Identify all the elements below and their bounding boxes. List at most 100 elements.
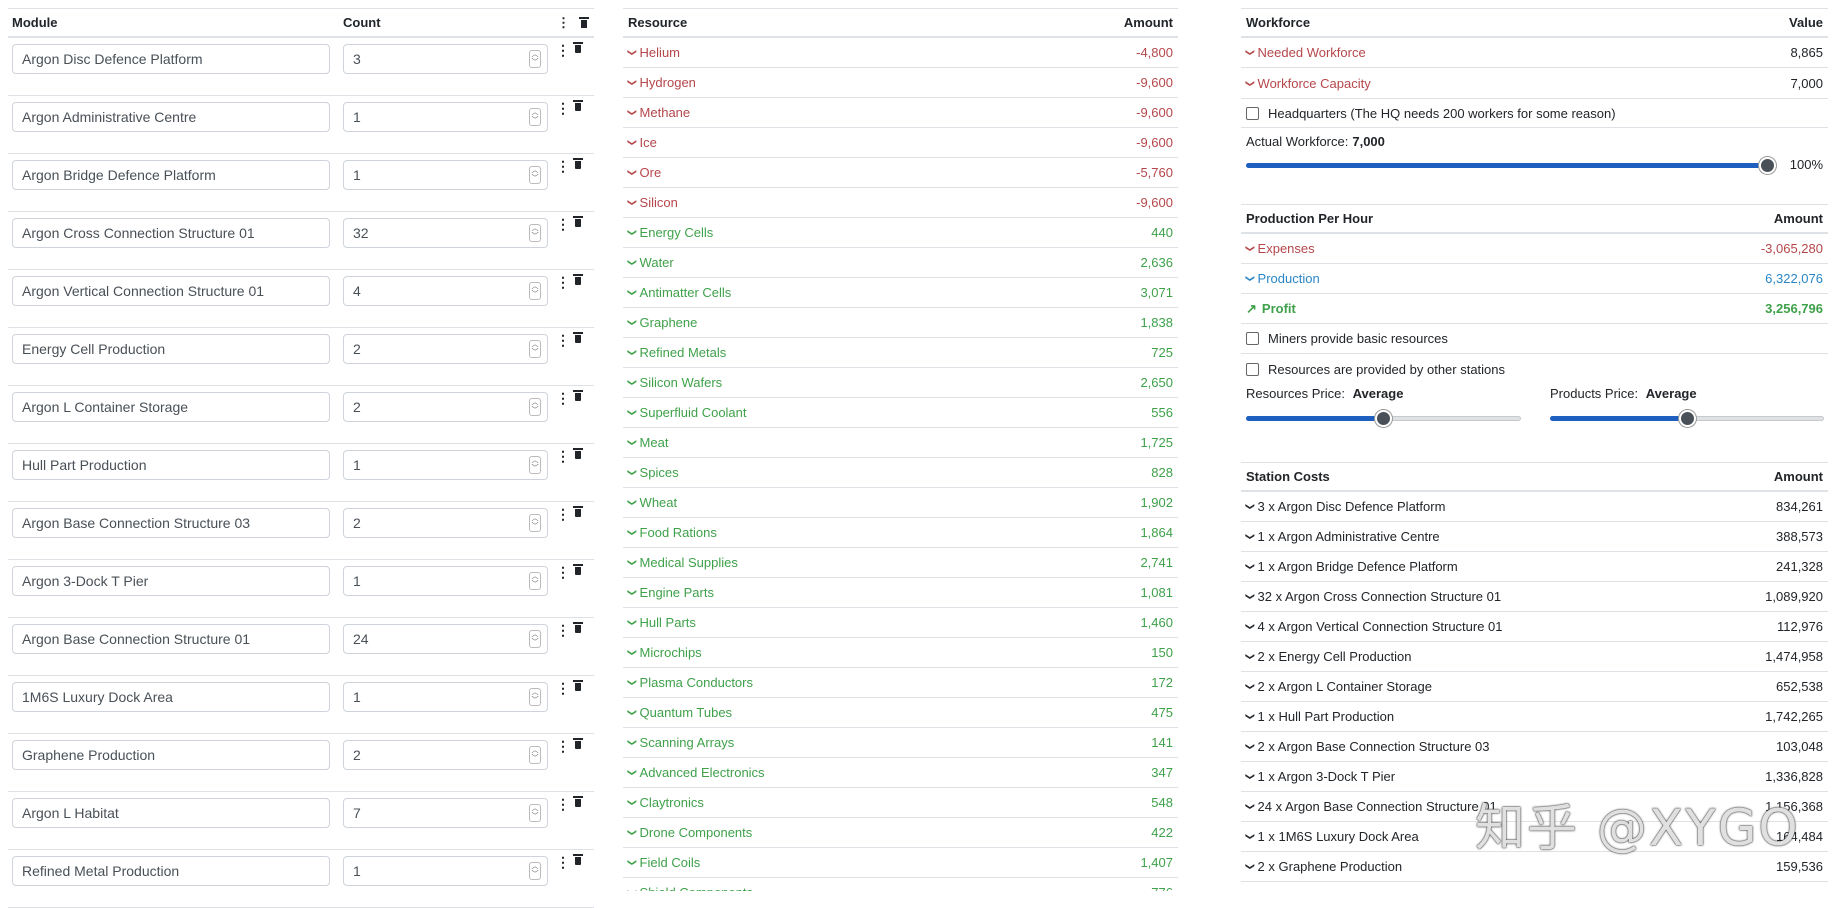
station-cost-row[interactable]: ❯ 2 x Argon L Container Storage 652,538 [1241,672,1828,702]
module-count-input[interactable]: 2 ︿ ﹀ [343,392,548,422]
spinner-icon[interactable]: ︿ ﹀ [529,862,541,880]
module-name-input[interactable]: Argon Base Connection Structure 01 [12,624,330,654]
more-options-icon[interactable]: ⋮ [556,448,570,465]
more-options-icon[interactable]: ⋮ [556,42,570,59]
products-price-slider[interactable] [1550,407,1824,429]
resource-row[interactable]: ❯ Quantum Tubes 475 [623,698,1178,728]
more-options-icon[interactable]: ⋮ [556,854,570,871]
resource-row[interactable]: ❯ Microchips 150 [623,638,1178,668]
module-name-input[interactable]: Graphene Production [12,740,330,770]
spinner-icon[interactable]: ︿ ﹀ [529,572,541,590]
resource-row[interactable]: ❯ Advanced Electronics 347 [623,758,1178,788]
resource-row[interactable]: ❯ Hydrogen -9,600 [623,68,1178,98]
station-cost-row[interactable]: ❯ 1 x Argon Bridge Defence Platform 241,32… [1241,552,1828,582]
module-count-input[interactable]: 2 ︿ ﹀ [343,740,548,770]
module-count-input[interactable]: 24 ︿ ﹀ [343,624,548,654]
module-name-input[interactable]: Argon Cross Connection Structure 01 [12,218,330,248]
more-options-icon[interactable]: ⋮ [556,158,570,175]
more-options-icon[interactable]: ⋮ [556,216,570,233]
resource-row[interactable]: ❯ Superfluid Coolant 556 [623,398,1178,428]
expenses-row[interactable]: ❯ Expenses -3,065,280 [1241,234,1828,264]
module-name-input[interactable]: Refined Metal Production [12,856,330,886]
module-name-input[interactable]: Argon Base Connection Structure 03 [12,508,330,538]
resources-price-slider[interactable] [1246,407,1521,429]
module-count-input[interactable]: 1 ︿ ﹀ [343,450,548,480]
resource-row[interactable]: ❯ Antimatter Cells 3,071 [623,278,1178,308]
station-cost-row[interactable]: ❯ 1 x Hull Part Production 1,742,265 [1241,702,1828,732]
module-count-input[interactable]: 1 ︿ ﹀ [343,160,548,190]
delete-icon[interactable] [573,216,583,228]
spinner-icon[interactable]: ︿ ﹀ [529,514,541,532]
delete-icon[interactable] [573,390,583,402]
resource-row[interactable]: ❯ Drone Components 422 [623,818,1178,848]
module-count-input[interactable]: 3 ︿ ﹀ [343,44,548,74]
needed-workforce-row[interactable]: ❯ Needed Workforce 8,865 [1241,38,1828,68]
module-count-input[interactable]: 32 ︿ ﹀ [343,218,548,248]
more-options-icon[interactable]: ⋮ [556,738,570,755]
more-options-icon[interactable]: ⋮ [556,796,570,813]
resource-row[interactable]: ❯ Methane -9,600 [623,98,1178,128]
delete-icon[interactable] [573,100,583,112]
headquarters-checkbox[interactable] [1246,106,1259,120]
workforce-slider-thumb[interactable] [1759,157,1776,174]
delete-icon[interactable] [573,622,583,634]
spinner-icon[interactable]: ︿ ﹀ [529,108,541,126]
resource-row[interactable]: ❯ Food Rations 1,864 [623,518,1178,548]
spinner-icon[interactable]: ︿ ﹀ [529,630,541,648]
miners-checkbox[interactable] [1246,332,1259,345]
spinner-icon[interactable]: ︿ ﹀ [529,50,541,68]
more-options-icon[interactable]: ⋮ [556,506,570,523]
resource-row[interactable]: ❯ Silicon Wafers 2,650 [623,368,1178,398]
delete-all-icon[interactable] [579,16,589,29]
resource-row[interactable]: ❯ Ore -5,760 [623,158,1178,188]
module-count-input[interactable]: 2 ︿ ﹀ [343,508,548,538]
spinner-icon[interactable]: ︿ ﹀ [529,804,541,822]
delete-icon[interactable] [573,854,583,866]
station-cost-row[interactable]: ❯ 2 x Energy Cell Production 1,474,958 [1241,642,1828,672]
resource-row[interactable]: ❯ Claytronics 548 [623,788,1178,818]
module-count-input[interactable]: 1 ︿ ﹀ [343,682,548,712]
spinner-icon[interactable]: ︿ ﹀ [529,340,541,358]
resource-row[interactable]: ❯ Ice -9,600 [623,128,1178,158]
spinner-icon[interactable]: ︿ ﹀ [529,746,541,764]
delete-icon[interactable] [573,738,583,750]
station-cost-row[interactable]: ❯ 2 x Argon Base Connection Structure 03 1… [1241,732,1828,762]
workforce-capacity-row[interactable]: ❯ Workforce Capacity 7,000 [1241,68,1828,98]
station-cost-row[interactable]: ❯ 1 x Argon Administrative Centre 388,573 [1241,522,1828,552]
more-options-icon[interactable]: ⋮ [556,564,570,581]
resource-row[interactable]: ❯ Wheat 1,902 [623,488,1178,518]
resources-price-thumb[interactable] [1375,410,1392,427]
resource-row[interactable]: ❯ Hull Parts 1,460 [623,608,1178,638]
delete-icon[interactable] [573,158,583,170]
module-name-input[interactable]: Argon Bridge Defence Platform [12,160,330,190]
module-name-input[interactable]: Hull Part Production [12,450,330,480]
module-count-input[interactable]: 1 ︿ ﹀ [343,102,548,132]
spinner-icon[interactable]: ︿ ﹀ [529,282,541,300]
module-count-input[interactable]: 7 ︿ ﹀ [343,798,548,828]
more-options-icon[interactable]: ⋮ [556,680,570,697]
spinner-icon[interactable]: ︿ ﹀ [529,456,541,474]
resource-row[interactable]: ❯ Plasma Conductors 172 [623,668,1178,698]
resource-row[interactable]: ❯Shield Components776 [623,878,1178,891]
spinner-icon[interactable]: ︿ ﹀ [529,166,541,184]
other-stations-checkbox[interactable] [1246,362,1259,376]
resource-row[interactable]: ❯ Water 2,636 [623,248,1178,278]
module-name-input[interactable]: Argon L Habitat [12,798,330,828]
more-options-icon[interactable]: ⋮ [556,390,570,407]
more-options-icon[interactable]: ⋮ [557,15,570,31]
module-name-input[interactable]: Argon Vertical Connection Structure 01 [12,276,330,306]
production-row[interactable]: ❯ Production 6,322,076 [1241,264,1828,294]
delete-icon[interactable] [573,448,583,460]
resource-row[interactable]: ❯ Energy Cells 440 [623,218,1178,248]
resource-row[interactable]: ❯ Silicon -9,600 [623,188,1178,218]
delete-icon[interactable] [573,680,583,692]
station-cost-row[interactable]: ❯ 3 x Argon Disc Defence Platform 834,261 [1241,492,1828,522]
resource-row[interactable]: ❯ Spices 828 [623,458,1178,488]
delete-icon[interactable] [573,564,583,576]
resource-row[interactable]: ❯ Scanning Arrays 141 [623,728,1178,758]
module-name-input[interactable]: Argon L Container Storage [12,392,330,422]
module-name-input[interactable]: Energy Cell Production [12,334,330,364]
resource-row[interactable]: ❯ Meat 1,725 [623,428,1178,458]
delete-icon[interactable] [573,42,583,54]
module-name-input[interactable]: Argon 3-Dock T Pier [12,566,330,596]
